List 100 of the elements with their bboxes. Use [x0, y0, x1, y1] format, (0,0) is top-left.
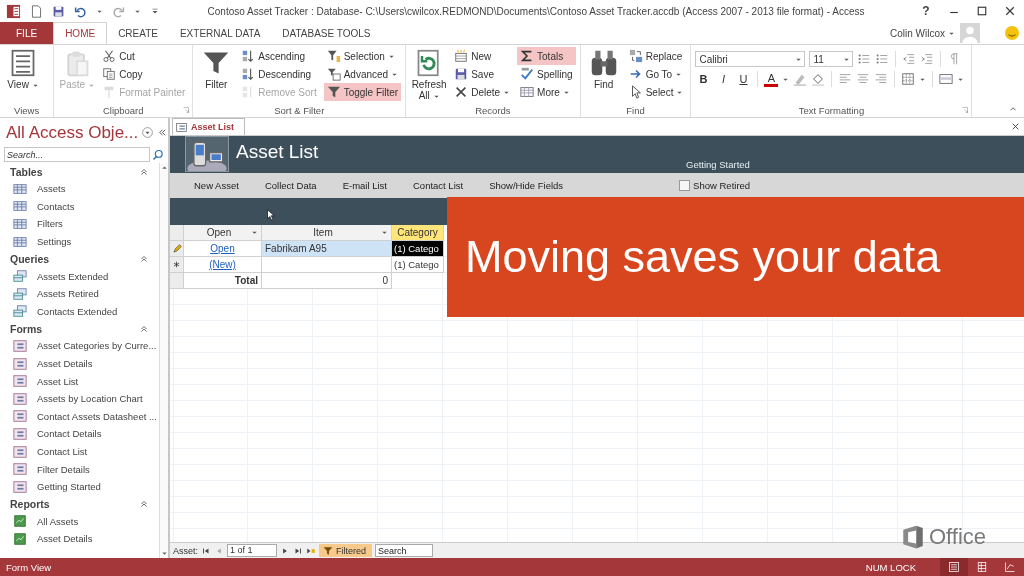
gridlines-icon[interactable] — [901, 72, 916, 86]
table-icon[interactable] — [939, 72, 954, 86]
search-field[interactable]: Search... — [4, 147, 150, 162]
nav-item[interactable]: Getting Started — [10, 477, 157, 496]
ribbon-button[interactable]: Ascending — [238, 47, 320, 65]
ribbon-tab[interactable]: EXTERNAL DATA — [168, 22, 272, 44]
nav-item[interactable]: Asset Details — [10, 354, 157, 373]
numbered-list-icon[interactable] — [875, 52, 890, 66]
collapse-icon[interactable] — [138, 166, 149, 177]
group-header[interactable]: Queries — [10, 252, 50, 265]
ribbon-button[interactable]: View — [4, 47, 42, 104]
ribbon-tab[interactable]: CREATE — [107, 22, 169, 44]
indent-icon[interactable] — [920, 52, 935, 66]
paint-bucket-icon[interactable] — [811, 72, 826, 86]
nav-item[interactable]: Filters — [10, 215, 157, 233]
dialog-launcher-icon[interactable] — [961, 106, 970, 114]
new-file-icon[interactable] — [30, 4, 43, 18]
collapse-icon[interactable] — [138, 499, 149, 509]
collapse-icon[interactable] — [138, 323, 149, 334]
column-header[interactable]: Category — [392, 225, 444, 241]
group-header[interactable]: Reports — [10, 498, 50, 510]
nav-item[interactable]: Asset Details — [10, 530, 157, 548]
nav-item[interactable]: All Assets — [10, 512, 157, 531]
command-link[interactable]: Contact List — [413, 180, 464, 191]
ribbon-button[interactable]: Refresh All — [410, 47, 449, 104]
ribbon-button[interactable]: Go To — [625, 65, 687, 83]
ribbon-button[interactable]: Filter — [197, 47, 236, 104]
ribbon-button[interactable]: Selection — [323, 47, 402, 65]
account-button[interactable]: Colin Wilcox — [890, 27, 955, 39]
nav-item[interactable]: Filter Details — [10, 460, 157, 478]
align-center-icon[interactable] — [856, 72, 871, 86]
command-link[interactable]: Collect Data — [264, 180, 317, 191]
nav-item[interactable]: Contacts — [10, 197, 157, 216]
group-header[interactable]: Tables — [10, 165, 43, 178]
collapse-icon[interactable] — [138, 253, 149, 264]
ribbon-tab[interactable]: HOME — [53, 22, 108, 45]
ribbon-button[interactable]: Totals — [517, 47, 576, 65]
nav-item[interactable]: Asset Categories by Curre... — [10, 337, 157, 355]
align-left-icon[interactable] — [838, 72, 853, 86]
column-header[interactable]: Item — [262, 225, 392, 241]
nav-item[interactable]: Assets Extended — [10, 267, 157, 285]
nav-item[interactable]: Contacts Extended — [10, 302, 157, 321]
ribbon-button[interactable]: Delete — [451, 83, 514, 101]
nav-item[interactable]: Assets — [10, 180, 157, 198]
nav-item[interactable]: Contact List — [10, 442, 157, 461]
ribbon-button[interactable]: Advanced — [323, 65, 402, 83]
align-right-icon[interactable] — [874, 72, 889, 86]
font-size-dropdown[interactable]: 11 — [809, 51, 854, 67]
smiley-icon[interactable] — [1004, 25, 1020, 41]
open-link[interactable]: Open — [210, 243, 235, 254]
group-header[interactable]: Forms — [10, 322, 43, 335]
ribbon-button[interactable]: Replace — [625, 47, 687, 65]
nav-item[interactable]: Asset List — [10, 372, 157, 390]
nav-item[interactable]: Contact Assets Datasheet ... — [10, 407, 157, 426]
format-button[interactable]: U — [735, 71, 752, 87]
document-tab[interactable]: Asset List — [172, 118, 245, 135]
record-position-field[interactable]: 1 of 1 — [227, 544, 277, 557]
column-header[interactable]: Open — [184, 225, 262, 241]
nav-item[interactable]: Contact Details — [10, 425, 157, 443]
close-icon[interactable] — [1011, 122, 1020, 131]
checkbox[interactable] — [679, 180, 691, 191]
search-field[interactable]: Search — [375, 544, 434, 557]
open-link[interactable]: (New) — [209, 259, 236, 270]
funnel-icon — [326, 49, 341, 63]
format-button[interactable]: I — [715, 71, 732, 87]
ribbon-tab[interactable]: DATABASE TOOLS — [271, 22, 382, 44]
save-icon[interactable] — [52, 4, 65, 18]
nav-item[interactable]: Settings — [10, 232, 157, 251]
filter-toggle[interactable]: Filtered — [319, 544, 373, 557]
nav-item[interactable]: Assets Retired — [10, 284, 157, 303]
highlighter-icon[interactable] — [793, 72, 808, 86]
file-tab[interactable]: FILE — [0, 22, 54, 44]
outdent-icon[interactable] — [902, 52, 917, 66]
command-link[interactable]: New Asset — [194, 180, 239, 191]
ribbon-button[interactable]: Toggle Filter — [323, 83, 402, 101]
customize-icon[interactable] — [150, 6, 160, 16]
ribbon-button[interactable]: Select — [625, 83, 687, 101]
form-view-button[interactable] — [940, 558, 968, 576]
ribbon-button[interactable]: More — [517, 83, 576, 101]
scrollbar[interactable] — [158, 163, 168, 558]
dialog-launcher-icon[interactable] — [182, 106, 191, 114]
format-button[interactable]: B — [695, 71, 712, 87]
header-link[interactable]: Getting Started — [686, 159, 750, 173]
ribbon-button[interactable]: Spelling — [517, 65, 576, 83]
nav-item[interactable]: Assets by Location Chart — [10, 389, 157, 408]
help-button[interactable]: ? — [912, 0, 940, 22]
ribbon-button[interactable]: Descending — [238, 65, 320, 83]
ribbon-button[interactable]: Copy — [99, 65, 189, 83]
undo-icon[interactable] — [74, 4, 87, 18]
search-icon[interactable] — [152, 148, 164, 161]
ribbon-button[interactable]: Save — [451, 65, 514, 83]
font-color-button[interactable]: A — [764, 71, 779, 87]
bullet-list-icon[interactable] — [857, 52, 872, 66]
ribbon-button[interactable]: Cut — [99, 47, 189, 65]
redo-icon[interactable] — [112, 4, 125, 18]
font-dropdown[interactable]: Calibri — [695, 51, 806, 67]
command-link[interactable]: E-mail List — [342, 180, 387, 191]
ribbon-button[interactable]: Find — [584, 47, 623, 104]
command-link[interactable]: Show/Hide Fields — [489, 180, 564, 191]
ribbon-button[interactable]: New — [451, 47, 514, 65]
